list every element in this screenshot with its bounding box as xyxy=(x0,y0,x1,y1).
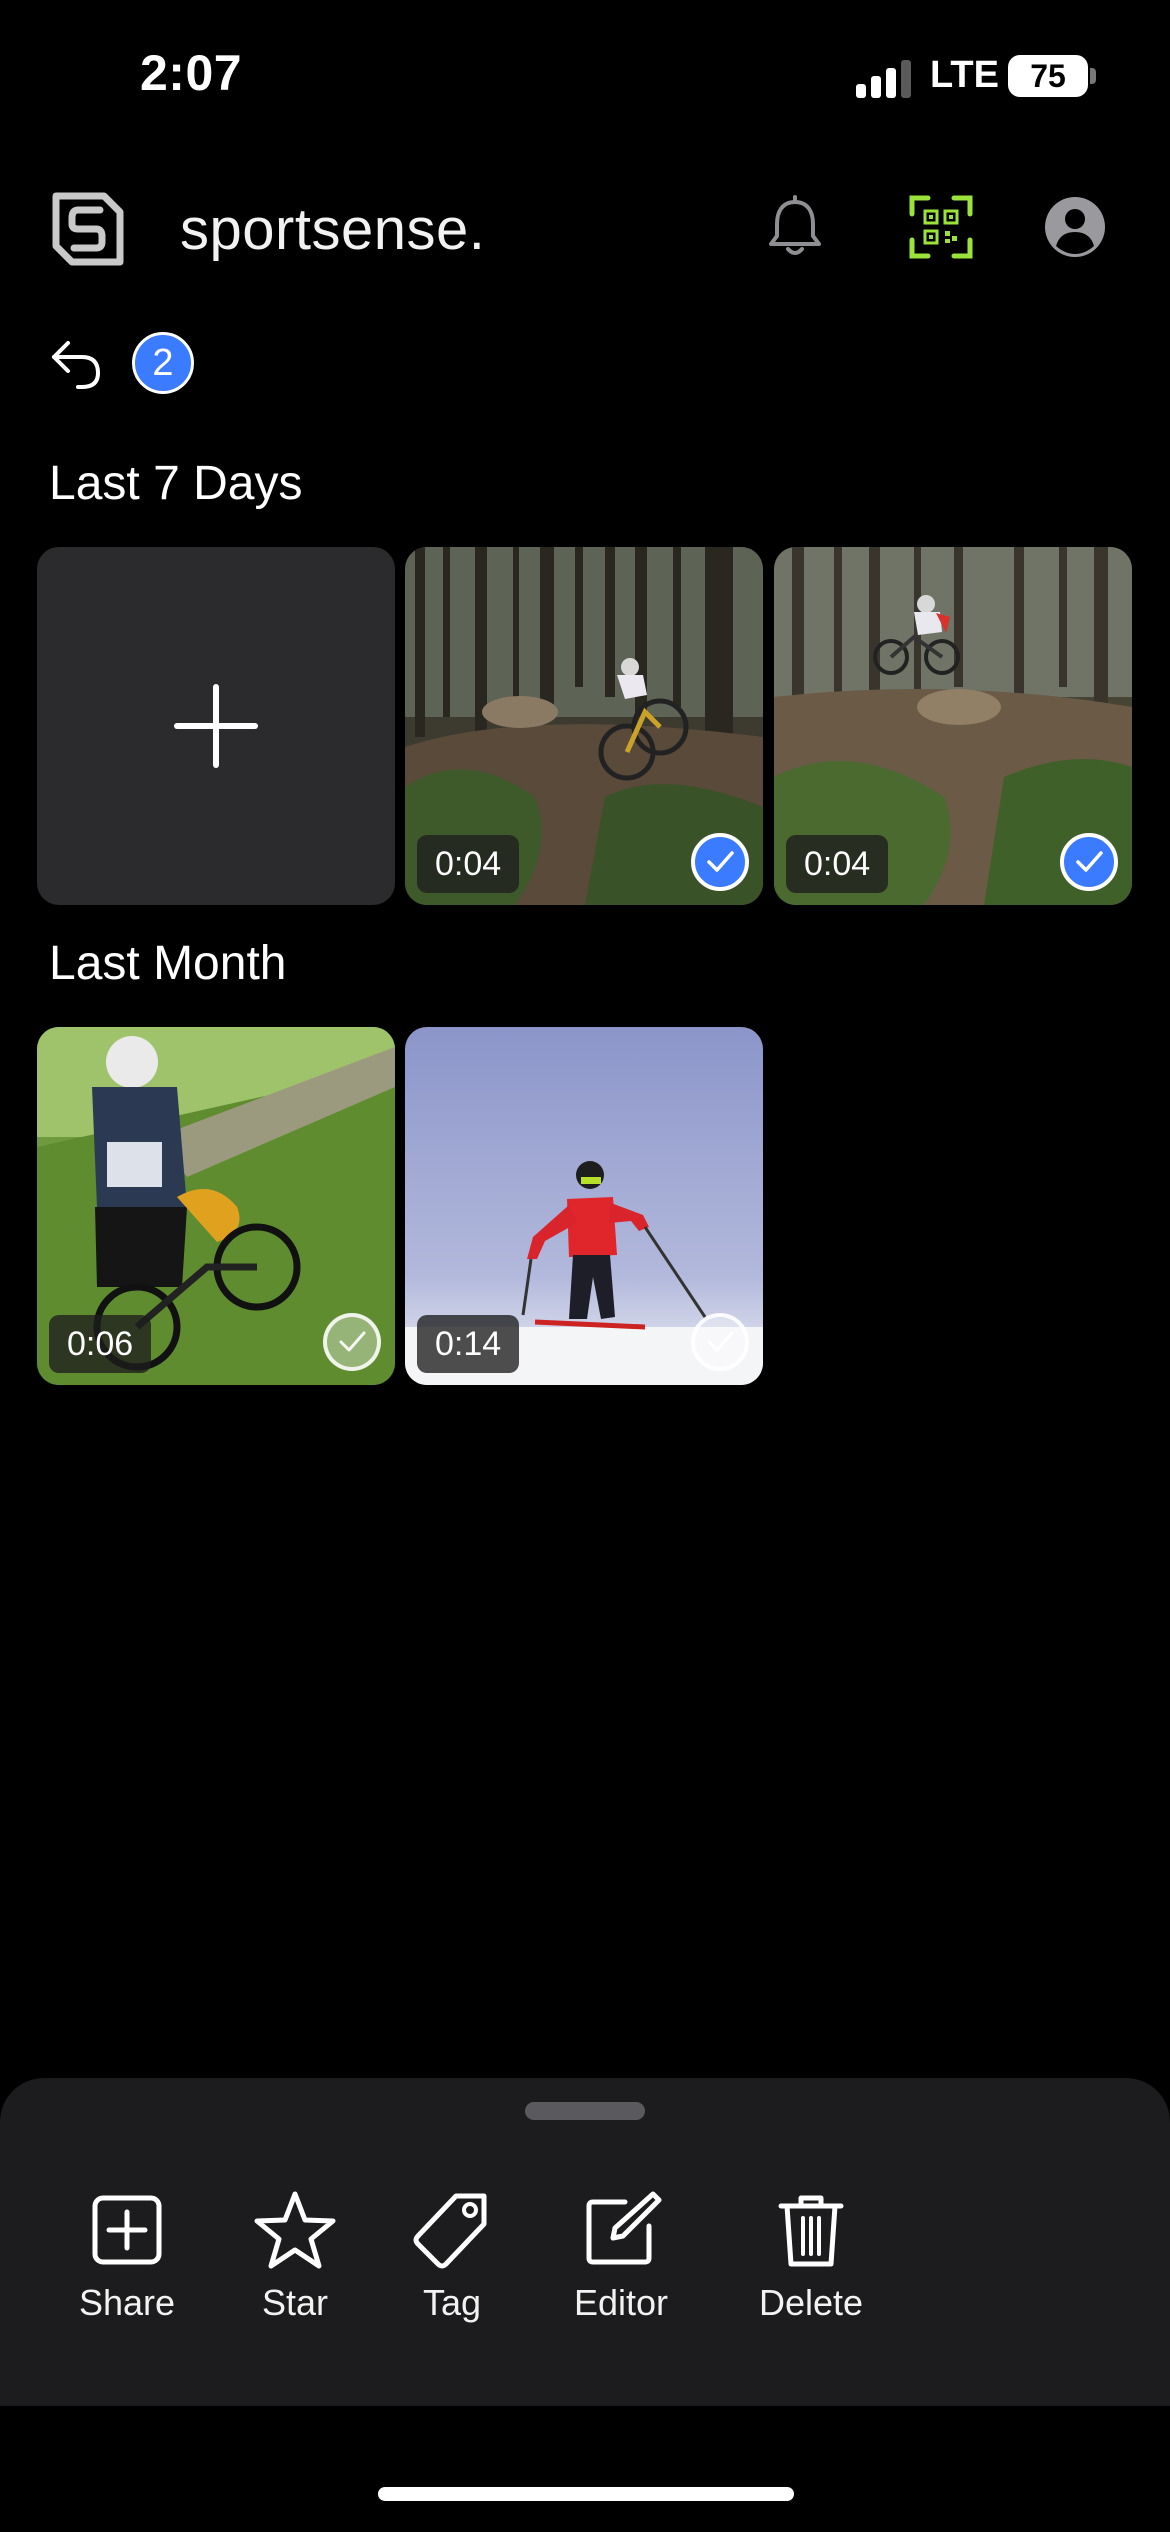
logo-icon xyxy=(50,192,124,266)
section-title: Last 7 Days xyxy=(49,457,303,510)
video-thumbnail[interactable]: 0:04 xyxy=(774,547,1132,905)
delete-button[interactable]: Delete xyxy=(736,2188,886,2324)
video-duration: 0:06 xyxy=(49,1315,152,1373)
action-label: Editor xyxy=(573,2282,669,2323)
network-type: LTE xyxy=(930,54,999,96)
video-duration: 0:04 xyxy=(786,835,889,893)
plus-icon xyxy=(174,684,258,768)
notifications-button[interactable] xyxy=(760,192,830,262)
video-thumbnail[interactable]: 0:14 xyxy=(405,1027,763,1385)
profile-button[interactable] xyxy=(1040,192,1110,262)
selection-count-badge: 2 xyxy=(132,332,194,394)
action-label: Tag xyxy=(422,2282,482,2323)
edit-icon xyxy=(586,2191,662,2265)
tag-button[interactable]: Tag xyxy=(377,2188,527,2324)
battery-tip xyxy=(1090,68,1096,84)
checkmark-icon xyxy=(339,1331,366,1352)
video-duration: 0:04 xyxy=(417,835,520,893)
editor-button[interactable]: Editor xyxy=(546,2188,696,2324)
selected-checkmark[interactable] xyxy=(691,833,749,891)
trash-icon xyxy=(778,2195,844,2267)
unselected-checkmark[interactable] xyxy=(691,1313,749,1371)
action-label: Star xyxy=(261,2282,329,2323)
star-icon xyxy=(254,2191,336,2269)
share-add-icon xyxy=(92,2195,162,2265)
battery-level: 75 xyxy=(1030,58,1066,94)
battery-icon: 75 xyxy=(1008,55,1088,97)
video-thumbnail[interactable]: 0:04 xyxy=(405,547,763,905)
unselected-checkmark[interactable] xyxy=(323,1313,381,1371)
video-duration: 0:14 xyxy=(417,1315,520,1373)
brand-name: sportsense. xyxy=(180,197,486,262)
section-title: Last Month xyxy=(49,937,287,990)
home-indicator[interactable] xyxy=(378,2487,794,2501)
undo-arrow-icon xyxy=(52,341,101,389)
selected-checkmark[interactable] xyxy=(1060,833,1118,891)
status-time: 2:07 xyxy=(140,45,243,101)
checkmark-icon xyxy=(1076,851,1103,872)
action-label: Delete xyxy=(758,2282,864,2323)
star-button[interactable]: Star xyxy=(220,2188,370,2324)
profile-icon xyxy=(1045,197,1105,257)
add-video-button[interactable] xyxy=(37,547,395,905)
video-thumbnail[interactable]: 0:06 xyxy=(37,1027,395,1385)
action-label: Share xyxy=(78,2282,176,2323)
tag-icon xyxy=(413,2193,487,2269)
bell-icon xyxy=(769,195,821,255)
qr-code-icon xyxy=(909,195,973,259)
back-button[interactable] xyxy=(48,335,104,391)
sheet-grabber[interactable] xyxy=(525,2102,645,2120)
checkmark-icon xyxy=(707,1331,734,1352)
status-bar: 2:07 LTE 75 xyxy=(0,0,1170,150)
qr-scan-button[interactable] xyxy=(906,192,976,262)
share-button[interactable]: Share xyxy=(52,2188,202,2324)
signal-strength-icon xyxy=(856,58,914,98)
action-sheet: Share Star Tag Editor Delete xyxy=(0,2078,1170,2406)
checkmark-icon xyxy=(707,851,734,872)
